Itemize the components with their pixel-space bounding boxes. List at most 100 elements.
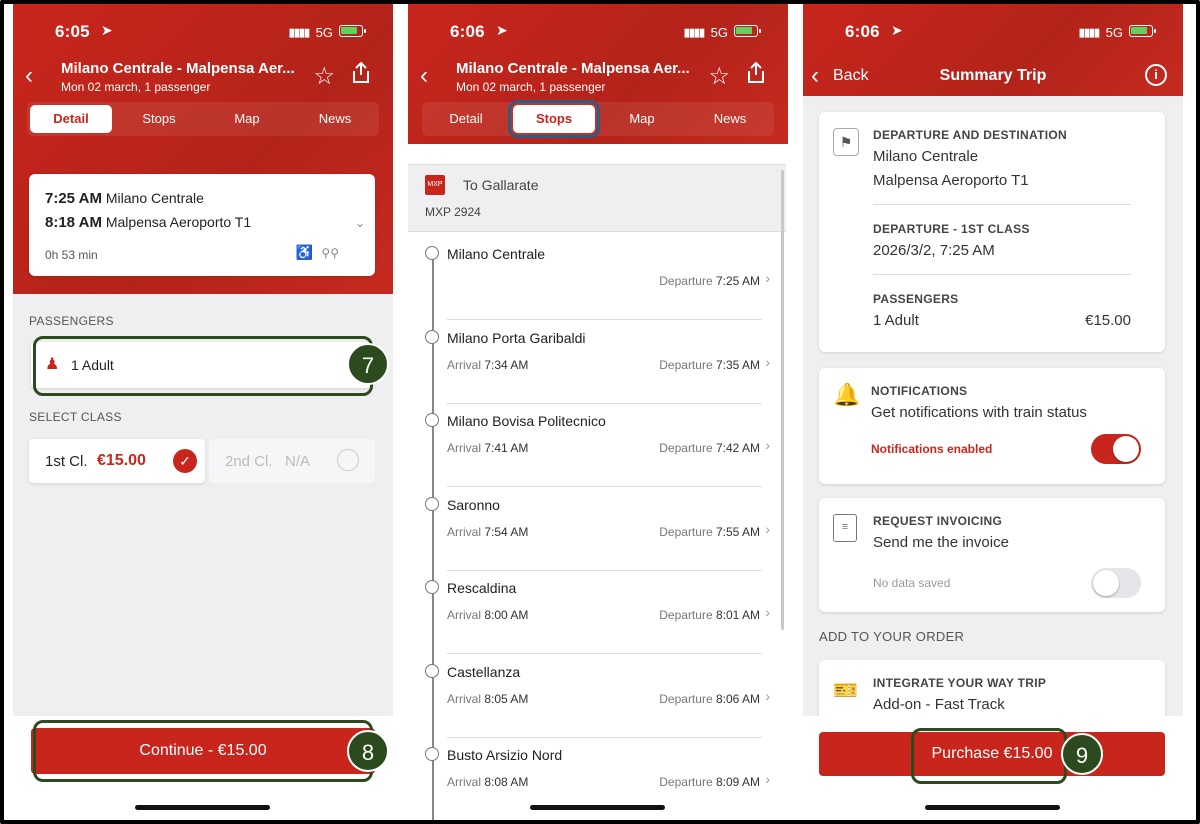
first-class-price: €15.00	[97, 452, 146, 469]
arrival-station: Malpensa Aeroporto T1	[105, 214, 252, 230]
stop-row[interactable]: Saronno Arrival 7:54 AM Departure 7:55 AM ›	[408, 487, 786, 571]
class-label: SELECT CLASS	[29, 410, 122, 424]
tab-map[interactable]: Map	[601, 105, 683, 133]
stop-row[interactable]: Milano Porta Garibaldi Arrival 7:34 AM Dep…	[408, 320, 786, 404]
info-icon[interactable]: i	[1145, 64, 1167, 86]
bicycle-icon: ⚲⚲	[321, 246, 339, 260]
trip-subtitle: Mon 02 march, 1 passenger	[456, 80, 606, 94]
stop-row[interactable]: Castellanza Arrival 8:05 AM Departure 8:06…	[408, 654, 786, 738]
invoice-text: Send me the invoice	[873, 534, 1009, 551]
journey-card[interactable]: 7:25 AM Milano Centrale 8:18 AM Malpensa…	[29, 174, 375, 276]
share-icon[interactable]	[746, 62, 766, 84]
home-indicator	[925, 805, 1060, 810]
battery-icon	[1129, 25, 1156, 37]
divider	[873, 204, 1131, 205]
arrival-time: 8:08 AM	[484, 775, 529, 789]
departure-label: Departure	[659, 274, 713, 288]
chevron-right-icon: ›	[765, 771, 770, 787]
favorite-star-icon[interactable]: ☆	[313, 62, 335, 91]
stop-arrival: Arrival 7:34 AM	[447, 358, 528, 372]
stop-departure: Departure 7:35 AM	[659, 358, 760, 372]
destination-station: Malpensa Aeroporto T1	[873, 172, 1029, 189]
departure-time: 8:01 AM	[715, 608, 760, 622]
stop-row[interactable]: Rescaldina Arrival 8:00 AM Departure 8:01 …	[408, 570, 786, 654]
stop-departure: Departure 8:06 AM	[659, 692, 760, 706]
tab-map[interactable]: Map	[206, 105, 288, 133]
stop-dot-icon	[425, 413, 439, 427]
stop-row[interactable]: Milano Centrale Departure 7:25 AM ›	[408, 236, 786, 320]
trip-summary-card: ⚑ DEPARTURE AND DESTINATION Milano Centr…	[819, 112, 1165, 352]
invoice-toggle[interactable]	[1091, 568, 1141, 598]
stop-dot-icon	[425, 580, 439, 594]
arrival-time: 8:18 AM	[45, 214, 102, 231]
arrival-label: Arrival	[447, 524, 482, 539]
trip-title: Milano Centrale - Malpensa Aer...	[61, 60, 295, 77]
invoice-icon: ≡	[833, 514, 857, 542]
trip-subtitle: Mon 02 march, 1 passenger	[61, 80, 211, 94]
second-class-option[interactable]: 2nd Cl. N/A	[209, 439, 375, 483]
stop-name: Milano Centrale	[447, 246, 546, 262]
arrival-label: Arrival	[447, 691, 482, 706]
status-bar: 6:06 ➤ ▮▮▮▮ 5G	[408, 22, 788, 42]
battery-icon	[339, 25, 366, 37]
stop-departure: Departure 7:25 AM	[659, 274, 760, 288]
battery-icon	[734, 25, 761, 37]
chevron-right-icon: ›	[765, 353, 770, 370]
favorite-star-icon[interactable]: ☆	[708, 62, 730, 91]
tab-bar: Detail Stops Map News	[27, 102, 379, 136]
departure-time: 7:42 AM	[715, 441, 760, 455]
expand-chevron-icon[interactable]: ⌄	[355, 216, 365, 230]
departure-time: 7:35 AM	[715, 357, 760, 372]
stop-dot-icon	[425, 329, 439, 344]
stop-dot-icon	[425, 496, 439, 511]
stop-row[interactable]: Milano Bovisa Politecnico Arrival 7:41 AM…	[408, 403, 786, 487]
arrival-time: 8:05 AM	[484, 691, 529, 706]
chevron-right-icon: ›	[765, 437, 770, 453]
tab-news[interactable]: News	[294, 105, 376, 133]
departure-time: 7:55 AM	[715, 524, 760, 539]
departure-time: 8:09 AM	[715, 775, 760, 789]
signal-icon: ▮▮▮▮	[1078, 27, 1100, 39]
invoice-label: REQUEST INVOICING	[873, 514, 1003, 528]
step-badge-7: 7	[347, 343, 389, 385]
status-bar: 6:06 ➤ ▮▮▮▮ 5G	[803, 22, 1183, 42]
tab-news[interactable]: News	[689, 105, 771, 133]
back-chevron-icon[interactable]: ‹	[25, 62, 33, 90]
network-label: 5G	[1105, 25, 1123, 40]
stop-arrival: Arrival 8:08 AM	[447, 775, 528, 789]
summary-title: Summary Trip	[939, 67, 1047, 84]
arrival-label: Arrival	[447, 441, 482, 455]
stop-name: Castellanza	[447, 663, 521, 680]
departure-label: Departure	[659, 524, 713, 539]
stop-arrival: Arrival 7:54 AM	[447, 525, 528, 539]
first-class-option[interactable]: 1st Cl. €15.00 ✓	[29, 439, 205, 483]
departure-label: Departure	[659, 608, 713, 622]
arrival-label: Arrival	[447, 608, 482, 622]
detail-screen: 6:05 ➤ ▮▮▮▮ 5G ‹ Milano Centrale - Malpe…	[13, 4, 393, 820]
back-chevron-icon[interactable]: ‹	[420, 62, 428, 90]
stop-name: Saronno	[447, 496, 500, 513]
notifications-toggle[interactable]	[1091, 434, 1141, 464]
radio-icon	[337, 449, 359, 471]
notifications-status: Notifications enabled	[871, 442, 993, 456]
addon-label: INTEGRATE YOUR WAY TRIP	[873, 676, 1047, 690]
chevron-right-icon: ›	[765, 604, 770, 620]
dep-dest-label: DEPARTURE AND DESTINATION	[873, 128, 1067, 142]
arrival-time: 7:41 AM	[484, 441, 529, 455]
departure-class-label: DEPARTURE - 1ST CLASS	[873, 222, 1030, 236]
network-label: 5G	[315, 25, 333, 40]
location-arrow-icon: ➤	[891, 22, 903, 38]
stop-name: Milano Porta Garibaldi	[447, 329, 586, 346]
passengers-value: 1 Adult	[873, 312, 919, 329]
status-time: 6:06	[450, 22, 485, 41]
share-icon[interactable]	[351, 62, 371, 84]
tab-detail[interactable]: Detail	[425, 105, 507, 133]
stop-name: Milano Bovisa Politecnico	[447, 413, 606, 429]
tab-detail[interactable]: Detail	[30, 105, 112, 133]
location-arrow-icon: ➤	[101, 22, 113, 38]
tab-stops[interactable]: Stops	[508, 100, 600, 138]
tab-stops[interactable]: Stops	[118, 105, 200, 133]
stop-departure: Departure 8:01 AM	[659, 608, 760, 622]
stop-name: Rescaldina	[447, 580, 517, 596]
departure-label: Departure	[659, 775, 713, 789]
